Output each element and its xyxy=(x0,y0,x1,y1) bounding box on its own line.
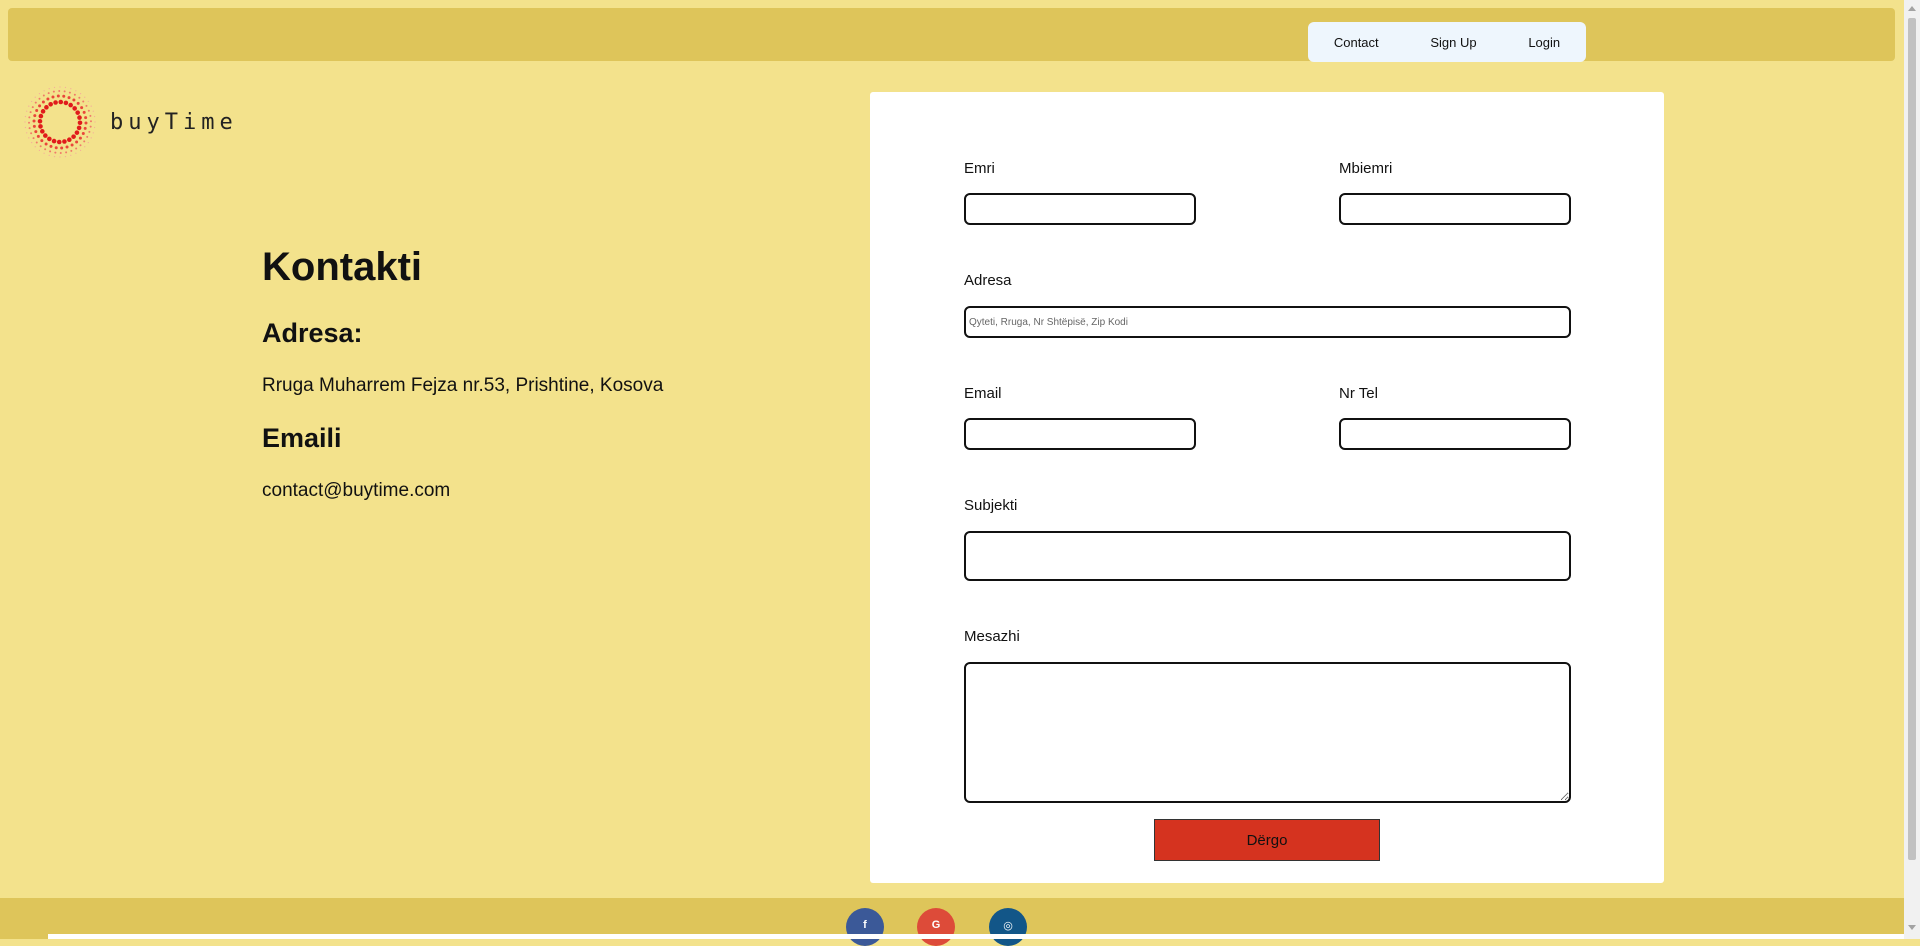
contact-info: Kontakti Adresa: Rruga Muharrem Fejza nr… xyxy=(262,245,822,528)
address-heading: Adresa: xyxy=(262,318,363,348)
scrollbar-thumb[interactable] xyxy=(1908,18,1916,860)
nav-link-signup[interactable]: Sign Up xyxy=(1424,35,1482,50)
phone-label: Nr Tel xyxy=(1339,385,1378,402)
email-text: contact@buytime.com xyxy=(262,480,451,501)
subject-label: Subjekti xyxy=(964,497,1018,514)
sun-logo-icon xyxy=(24,86,96,158)
address-label: Adresa xyxy=(964,272,1012,289)
contact-form: Emri Mbiemri Adresa Email Nr Tel Subjekt… xyxy=(870,92,1664,883)
email-input[interactable] xyxy=(964,418,1196,450)
brand-name: buyTime xyxy=(110,109,238,135)
email-label: Email xyxy=(964,385,1002,402)
first-name-input[interactable] xyxy=(964,193,1196,225)
top-navbar: Contact Sign Up Login xyxy=(8,8,1895,62)
bottom-strip xyxy=(48,934,1904,939)
last-name-label: Mbiemri xyxy=(1339,160,1393,177)
google-icon[interactable]: G xyxy=(917,908,955,946)
brand-logo[interactable]: buyTime xyxy=(24,86,238,158)
nav-link-login[interactable]: Login xyxy=(1522,35,1566,50)
facebook-icon[interactable]: f xyxy=(846,908,884,946)
submit-button[interactable]: Dërgo xyxy=(1154,819,1380,861)
instagram-icon[interactable]: ◎ xyxy=(989,908,1027,946)
nav-menu: Contact Sign Up Login xyxy=(1308,22,1586,62)
address-text: Rruga Muharrem Fejza nr.53, Prishtine, K… xyxy=(262,375,664,396)
scroll-down-arrow-icon[interactable] xyxy=(1908,925,1916,930)
subject-input[interactable] xyxy=(964,531,1571,581)
vertical-scrollbar[interactable] xyxy=(1904,0,1920,939)
phone-input[interactable] xyxy=(1339,418,1571,450)
first-name-label: Emri xyxy=(964,160,995,177)
address-input[interactable] xyxy=(964,306,1571,338)
page-title: Kontakti xyxy=(262,245,422,289)
email-heading: Emaili xyxy=(262,423,342,453)
last-name-input[interactable] xyxy=(1339,193,1571,225)
message-textarea[interactable] xyxy=(964,662,1571,803)
nav-link-contact[interactable]: Contact xyxy=(1328,35,1385,50)
message-label: Mesazhi xyxy=(964,628,1020,645)
scroll-up-arrow-icon[interactable] xyxy=(1908,6,1916,11)
